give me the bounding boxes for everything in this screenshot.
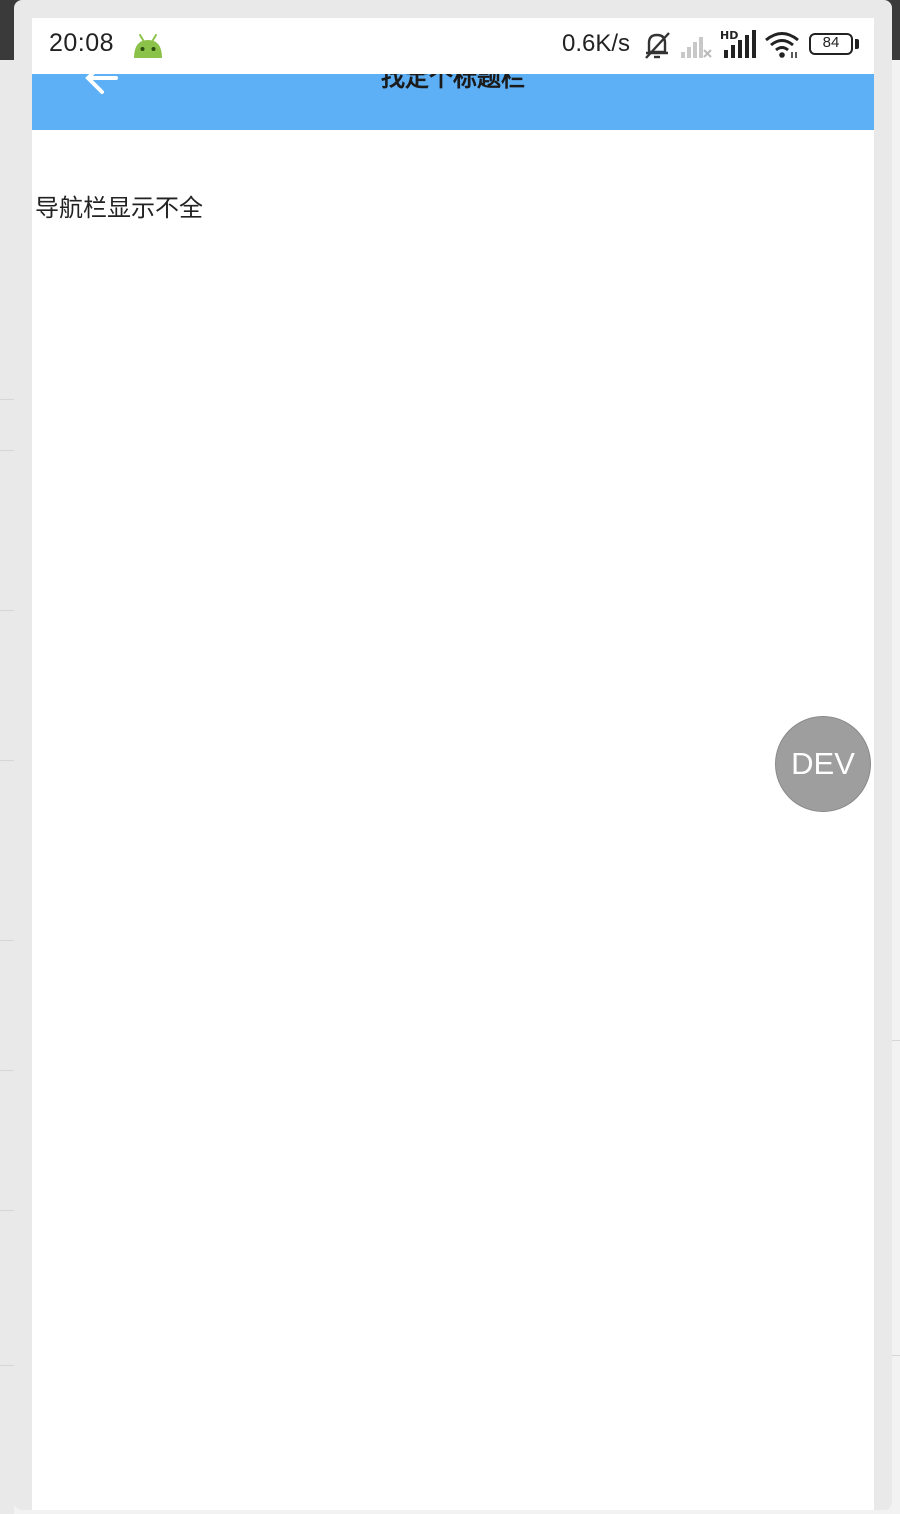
background-divider [0, 760, 14, 761]
hd-signal-icon: HD [720, 29, 756, 58]
network-speed: 0.6K/s [562, 30, 631, 57]
background-divider [0, 940, 14, 941]
wifi-icon [765, 32, 799, 58]
status-bar: 20:08 0.6K/s HD 84 [32, 18, 874, 74]
dev-floating-button[interactable]: DEV [775, 716, 871, 812]
background-divider [0, 450, 14, 451]
mute-bell-icon [645, 32, 670, 59]
svg-text:HD: HD [720, 29, 738, 42]
battery-icon: 84 [809, 33, 861, 59]
background-divider [0, 1365, 14, 1366]
title-bar: 找定个标题栏 [32, 74, 874, 130]
signal-weak-icon [681, 37, 712, 58]
background-divider [0, 1070, 14, 1071]
dev-button-label: DEV [791, 746, 855, 781]
background-divider [0, 1210, 14, 1211]
page-title: 找定个标题栏 [381, 74, 525, 92]
content-text: 导航栏显示不全 [35, 194, 203, 222]
status-time: 20:08 [49, 29, 115, 57]
battery-level: 84 [822, 34, 840, 51]
background-divider [0, 610, 14, 611]
phone-frame: 20:08 0.6K/s HD 84 找定个标题栏 导航栏显示不全 DEV [14, 0, 892, 1510]
background-app-edge [0, 60, 14, 1514]
app-screen: 20:08 0.6K/s HD 84 找定个标题栏 导航栏显示不全 DEV [32, 18, 874, 1510]
background-divider [0, 399, 14, 400]
android-icon [134, 34, 162, 58]
